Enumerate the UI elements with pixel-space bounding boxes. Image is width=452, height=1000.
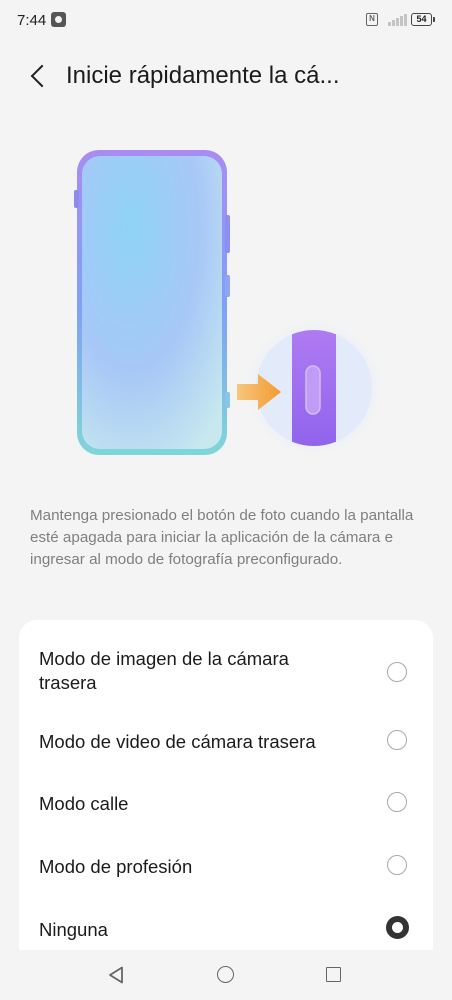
option-pro-mode[interactable]: Modo de profesión (19, 853, 433, 881)
option-label: Modo calle (39, 793, 129, 814)
option-rear-photo-mode[interactable]: Modo de imagen de la cámara trasera (19, 647, 433, 701)
nav-back-icon[interactable] (108, 966, 124, 984)
status-time: 7:44 (17, 12, 47, 29)
nfc-icon: N (366, 13, 378, 26)
description-text: Mantenga presionado el botón de foto cua… (30, 507, 414, 568)
radio-button[interactable] (387, 730, 407, 750)
nav-home-icon[interactable] (217, 966, 234, 983)
page-title: Inicie rápidamente la cá... (66, 62, 340, 89)
phone-camera-button-illustration (0, 130, 452, 490)
back-button[interactable] (22, 60, 56, 94)
option-label: Modo de profesión (39, 856, 193, 877)
option-street-mode[interactable]: Modo calle (19, 790, 433, 818)
battery-icon: 54 (411, 13, 435, 26)
radio-button[interactable] (387, 662, 407, 682)
signal-icon (388, 13, 407, 26)
navigation-bar (0, 950, 452, 1000)
option-none[interactable]: Ninguna (19, 916, 433, 944)
status-bar: 7:44 N 54 (0, 0, 452, 40)
radio-button[interactable] (387, 792, 407, 812)
nav-recents-icon[interactable] (326, 967, 341, 982)
radio-button-selected[interactable] (386, 916, 409, 939)
settings-gear-icon (51, 12, 66, 27)
options-card: Modo de imagen de la cámara trasera Modo… (19, 620, 433, 1000)
option-label: Ninguna (39, 919, 108, 940)
option-rear-video-mode[interactable]: Modo de video de cámara trasera (19, 728, 433, 756)
option-label: Modo de imagen de la cámara trasera (39, 648, 289, 693)
option-label: Modo de video de cámara trasera (39, 731, 316, 752)
radio-button[interactable] (387, 855, 407, 875)
